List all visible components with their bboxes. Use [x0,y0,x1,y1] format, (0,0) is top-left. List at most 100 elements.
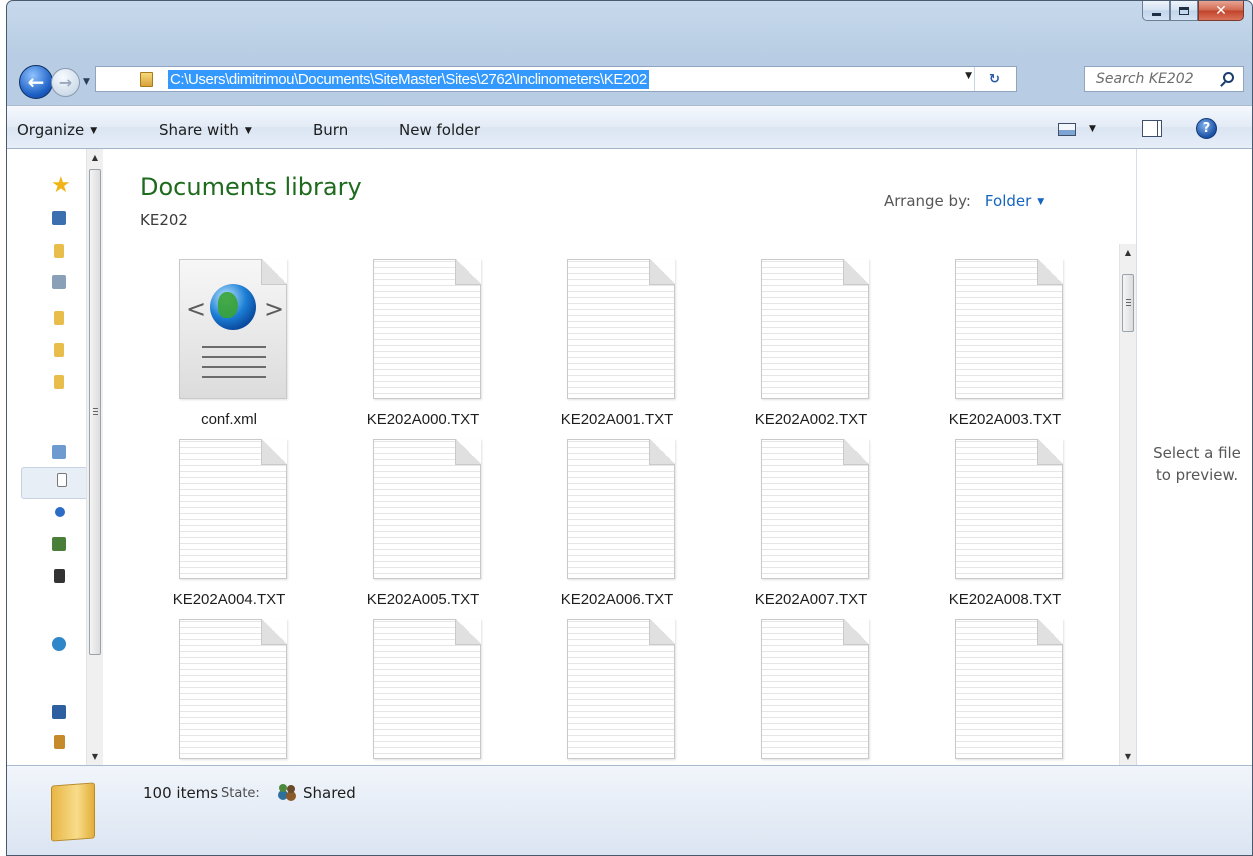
state-value: Shared [303,784,356,802]
search-box[interactable]: Search KE202 [1084,66,1244,92]
state-label: State: [221,786,260,801]
file-name: KE202A003.TXT [948,411,1062,428]
file-name: KE202A008.TXT [948,591,1062,608]
file-view: Documents library KE202 Arrange by: Folde… [104,149,1119,765]
folder-icon[interactable] [54,375,64,389]
help-icon[interactable]: ? [1196,118,1217,139]
explorer-window: ✕ ← → ▼ C:\Users\dimitrimou\Documents\Si… [6,0,1253,856]
scroll-up-icon[interactable]: ▲ [87,149,103,166]
burn-button[interactable]: Burn [313,121,348,139]
folder-icon [51,782,95,842]
file-item[interactable]: KE202A001.TXT [522,259,712,439]
desktop-icon[interactable] [52,211,66,225]
file-view-scrollbar[interactable]: ▲ ▼ [1119,244,1136,765]
file-item[interactable]: KE202A005.TXT [328,439,518,619]
text-document-icon [567,619,675,759]
folder-icon[interactable] [54,311,64,325]
folder-icon[interactable] [54,343,64,357]
text-document-icon [955,619,1063,759]
share-with-menu-button[interactable]: Share with ▼ [159,121,252,139]
videos-icon[interactable] [54,569,65,583]
file-item[interactable] [522,619,712,765]
file-item[interactable] [716,619,906,765]
new-folder-button[interactable]: New folder [399,121,480,139]
maximize-button[interactable] [1170,1,1198,21]
arrange-by-dropdown[interactable]: Folder ▼ [985,192,1044,210]
address-history-dropdown-icon[interactable]: ▼ [965,71,972,81]
library-title: Documents library [140,173,362,201]
computer-icon[interactable] [52,705,66,719]
file-item[interactable]: KE202A000.TXT [328,259,518,439]
scroll-down-icon[interactable]: ▼ [1120,748,1136,765]
address-bar[interactable]: C:\Users\dimitrimou\Documents\SiteMaster… [95,66,1017,92]
file-item[interactable]: KE202A003.TXT [910,259,1100,439]
file-item[interactable]: KE202A007.TXT [716,439,906,619]
minimize-icon [1151,12,1161,16]
organize-label: Organize [17,121,85,139]
search-input[interactable]: Search KE202 [1096,71,1194,87]
text-document-icon [567,439,675,579]
scroll-down-icon[interactable]: ▼ [87,748,103,765]
address-text[interactable]: C:\Users\dimitrimou\Documents\SiteMaster… [168,70,649,89]
libraries-icon[interactable] [52,445,66,459]
file-item[interactable] [910,619,1100,765]
text-document-icon [761,259,869,399]
text-document-icon [179,439,287,579]
back-button[interactable]: ← [19,65,53,99]
text-document-icon [761,439,869,579]
arrange-by: Arrange by: Folder ▼ [884,192,1044,210]
refresh-button[interactable]: ↻ [974,67,1014,91]
preview-pane-toggle-icon[interactable] [1142,120,1162,137]
navigation-pane: ★ ▲ ▼ [7,149,103,765]
text-document-icon [955,259,1063,399]
file-item[interactable]: KE202A008.TXT [910,439,1100,619]
search-icon[interactable] [1223,72,1234,83]
text-document-icon [567,259,675,399]
refresh-icon: ↻ [989,71,1000,87]
organize-menu-button[interactable]: Organize ▼ [17,121,97,139]
file-item[interactable] [134,619,324,765]
caption-buttons: ✕ [1142,1,1244,21]
pictures-icon[interactable] [52,537,66,551]
file-item[interactable]: < > conf.xml [134,259,324,439]
main-area: ★ ▲ ▼ Documents library KE202 Arrange by… [7,149,1252,765]
text-document-icon [179,619,287,759]
folder-icon[interactable] [54,244,64,258]
view-options-chevron-icon[interactable]: ▼ [1089,124,1096,134]
nav-selected-item[interactable] [21,467,89,499]
file-name: KE202A006.TXT [560,591,674,608]
chevron-down-icon: ▼ [244,126,252,136]
file-item[interactable] [328,619,518,765]
preview-message: Select a file to preview. [1153,444,1241,484]
navigation-pane-scrollbar[interactable]: ▲ ▼ [86,149,103,765]
file-item[interactable]: KE202A002.TXT [716,259,906,439]
favorites-star-icon[interactable]: ★ [51,175,71,197]
network-icon[interactable] [54,735,65,749]
file-item[interactable]: KE202A006.TXT [522,439,712,619]
item-count: 100 items [143,784,219,802]
homegroup-icon[interactable] [52,637,66,651]
shared-users-icon [279,784,297,800]
documents-icon[interactable] [57,473,67,487]
music-icon[interactable] [55,507,65,517]
maximize-icon [1179,6,1189,15]
arrange-by-value: Folder [984,192,1032,210]
text-document-icon [373,439,481,579]
close-icon: ✕ [1215,2,1227,19]
globe-icon [210,284,256,330]
scroll-up-icon[interactable]: ▲ [1120,244,1136,261]
library-subtitle: KE202 [140,211,188,229]
minimize-button[interactable] [1142,1,1170,21]
change-view-icon[interactable] [1058,123,1076,136]
scrollbar-thumb[interactable] [1122,274,1134,332]
xml-bracket-right: > [264,295,285,323]
scrollbar-thumb[interactable] [89,169,101,655]
chevron-down-icon: ▼ [1037,197,1045,207]
forward-button[interactable]: → [51,68,80,97]
network-places-icon[interactable] [52,275,66,289]
close-button[interactable]: ✕ [1198,1,1244,21]
file-item[interactable]: KE202A004.TXT [134,439,324,619]
recent-pages-chevron-icon[interactable]: ▼ [83,77,90,87]
file-name: KE202A002.TXT [754,411,868,428]
file-name: KE202A004.TXT [172,591,286,608]
